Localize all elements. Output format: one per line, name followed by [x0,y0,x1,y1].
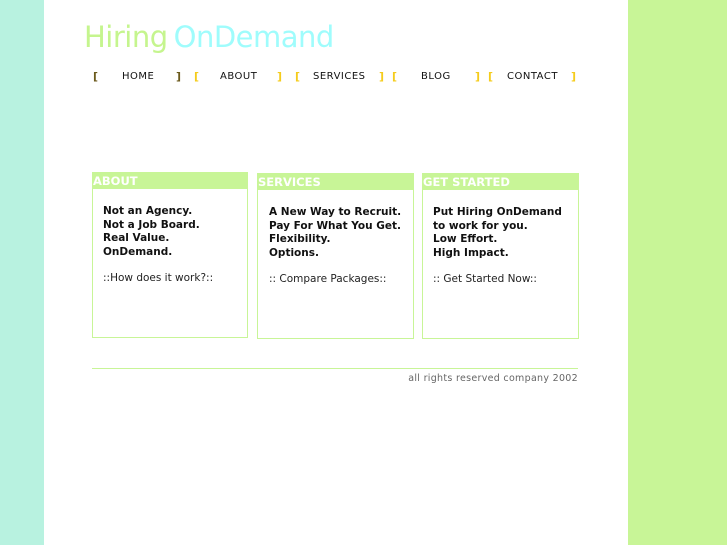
box-line: Options. [269,246,319,259]
box-line: High Impact. [433,246,509,259]
left-band [0,0,44,545]
box-title: GET STARTED [423,174,578,190]
nav-bracket: [ [488,70,494,83]
box-line: Real Value. [103,232,170,245]
footer-divider [92,368,578,369]
nav-bracket: [ [194,70,200,83]
nav-services[interactable]: SERVICES [313,71,366,82]
box-line: Not an Agency. [103,205,193,217]
compare-packages-link[interactable]: :: Compare Packages:: [269,273,413,287]
get-started-now-link[interactable]: :: Get Started Now:: [433,273,578,287]
site-logo[interactable]: Hiring OnDemand [84,20,334,54]
nav-bracket: ] [379,70,385,83]
box-line: Pay For What You Get. [269,219,402,232]
box-line: to work for you. [433,219,528,232]
box-line: Low Effort. [433,233,498,246]
box-title: SERVICES [258,174,413,190]
get-started-box: GET STARTED Put Hiring OnDemand to work … [422,173,579,339]
services-box: SERVICES A New Way to Recruit. Pay For W… [257,173,414,339]
right-band [628,0,727,545]
nav-bracket: ] [277,70,283,83]
box-line: A New Way to Recruit. [269,206,402,218]
nav-bracket: [ [295,70,301,83]
nav-about[interactable]: ABOUT [220,71,257,82]
nav-bracket: [ [93,70,99,83]
nav-contact[interactable]: CONTACT [507,71,558,82]
nav-bracket: [ [392,70,398,83]
footer-copyright: all rights reserved company 2002 [408,373,578,384]
nav-bracket: ] [571,70,577,83]
nav-bracket: ] [176,70,182,83]
nav-blog[interactable]: BLOG [421,71,451,82]
box-line: Not a Job Board. [103,218,200,231]
box-line: Put Hiring OnDemand [433,206,562,218]
how-does-it-work-link[interactable]: ::How does it work?:: [103,272,247,286]
box-line: OnDemand. [103,245,173,258]
about-box: ABOUT Not an Agency. Not a Job Board. Re… [92,172,248,338]
nav-home[interactable]: HOME [122,71,154,82]
box-line: Flexibility. [269,233,331,246]
nav-bracket: ] [475,70,481,83]
box-title: ABOUT [93,173,247,189]
